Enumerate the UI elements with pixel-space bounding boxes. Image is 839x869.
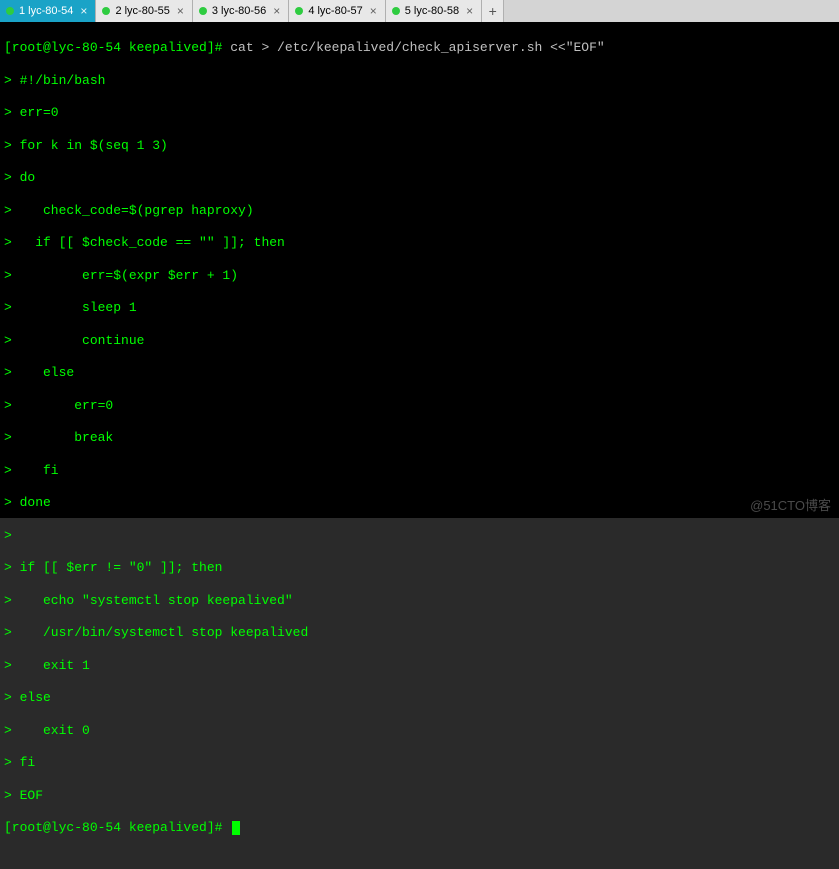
terminal-line: > check_code=$(pgrep haproxy) [4, 203, 835, 219]
prompt-line: [root@lyc-80-54 keepalived]# cat > /etc/… [4, 40, 835, 56]
terminal-line: > else [4, 365, 835, 381]
prompt-command: cat > /etc/keepalived/check_apiserver.sh… [230, 40, 604, 55]
status-dot-icon [392, 7, 400, 15]
terminal-line: > exit 1 [4, 658, 835, 674]
tab-label: 2 lyc-80-55 [115, 5, 169, 17]
prompt-line: [root@lyc-80-54 keepalived]# [4, 820, 835, 836]
terminal-line: > err=0 [4, 105, 835, 121]
tab-1[interactable]: 1 lyc-80-54 × [0, 0, 96, 22]
terminal-line: > else [4, 690, 835, 706]
terminal-line: > do [4, 170, 835, 186]
terminal-line: > continue [4, 333, 835, 349]
terminal-line: > fi [4, 463, 835, 479]
new-tab-button[interactable]: + [482, 0, 504, 22]
terminal-line: > break [4, 430, 835, 446]
tab-4[interactable]: 4 lyc-80-57 × [289, 0, 385, 22]
tab-5[interactable]: 5 lyc-80-58 × [386, 0, 482, 22]
status-dot-icon [6, 7, 14, 15]
terminal-line: > [4, 528, 835, 544]
cursor-icon [232, 821, 240, 835]
close-icon[interactable]: × [466, 4, 473, 18]
terminal-line: > fi [4, 755, 835, 771]
status-dot-icon [102, 7, 110, 15]
watermark: @51CTO博客 [750, 498, 831, 514]
terminal-line: > #!/bin/bash [4, 73, 835, 89]
tab-bar: 1 lyc-80-54 × 2 lyc-80-55 × 3 lyc-80-56 … [0, 0, 839, 22]
prompt-user-host: [root@lyc-80-54 keepalived]# [4, 40, 222, 55]
terminal-line: > err=0 [4, 398, 835, 414]
plus-icon: + [489, 3, 497, 19]
close-icon[interactable]: × [370, 4, 377, 18]
terminal-line: > err=$(expr $err + 1) [4, 268, 835, 284]
terminal-line: > if [[ $err != "0" ]]; then [4, 560, 835, 576]
close-icon[interactable]: × [177, 4, 184, 18]
terminal-line: > done [4, 495, 835, 511]
tab-label: 3 lyc-80-56 [212, 5, 266, 17]
terminal[interactable]: [root@lyc-80-54 keepalived]# cat > /etc/… [0, 22, 839, 518]
terminal-line: > EOF [4, 788, 835, 804]
terminal-line: > echo "systemctl stop keepalived" [4, 593, 835, 609]
status-dot-icon [199, 7, 207, 15]
tab-label: 1 lyc-80-54 [19, 5, 73, 17]
terminal-line: > /usr/bin/systemctl stop keepalived [4, 625, 835, 641]
prompt-user-host: [root@lyc-80-54 keepalived]# [4, 820, 222, 835]
close-icon[interactable]: × [273, 4, 280, 18]
terminal-line: > exit 0 [4, 723, 835, 739]
tab-2[interactable]: 2 lyc-80-55 × [96, 0, 192, 22]
terminal-line: > sleep 1 [4, 300, 835, 316]
close-icon[interactable]: × [80, 4, 87, 18]
terminal-line: > if [[ $check_code == "" ]]; then [4, 235, 835, 251]
tab-label: 4 lyc-80-57 [308, 5, 362, 17]
terminal-line: > for k in $(seq 1 3) [4, 138, 835, 154]
tab-label: 5 lyc-80-58 [405, 5, 459, 17]
tab-3[interactable]: 3 lyc-80-56 × [193, 0, 289, 22]
status-dot-icon [295, 7, 303, 15]
